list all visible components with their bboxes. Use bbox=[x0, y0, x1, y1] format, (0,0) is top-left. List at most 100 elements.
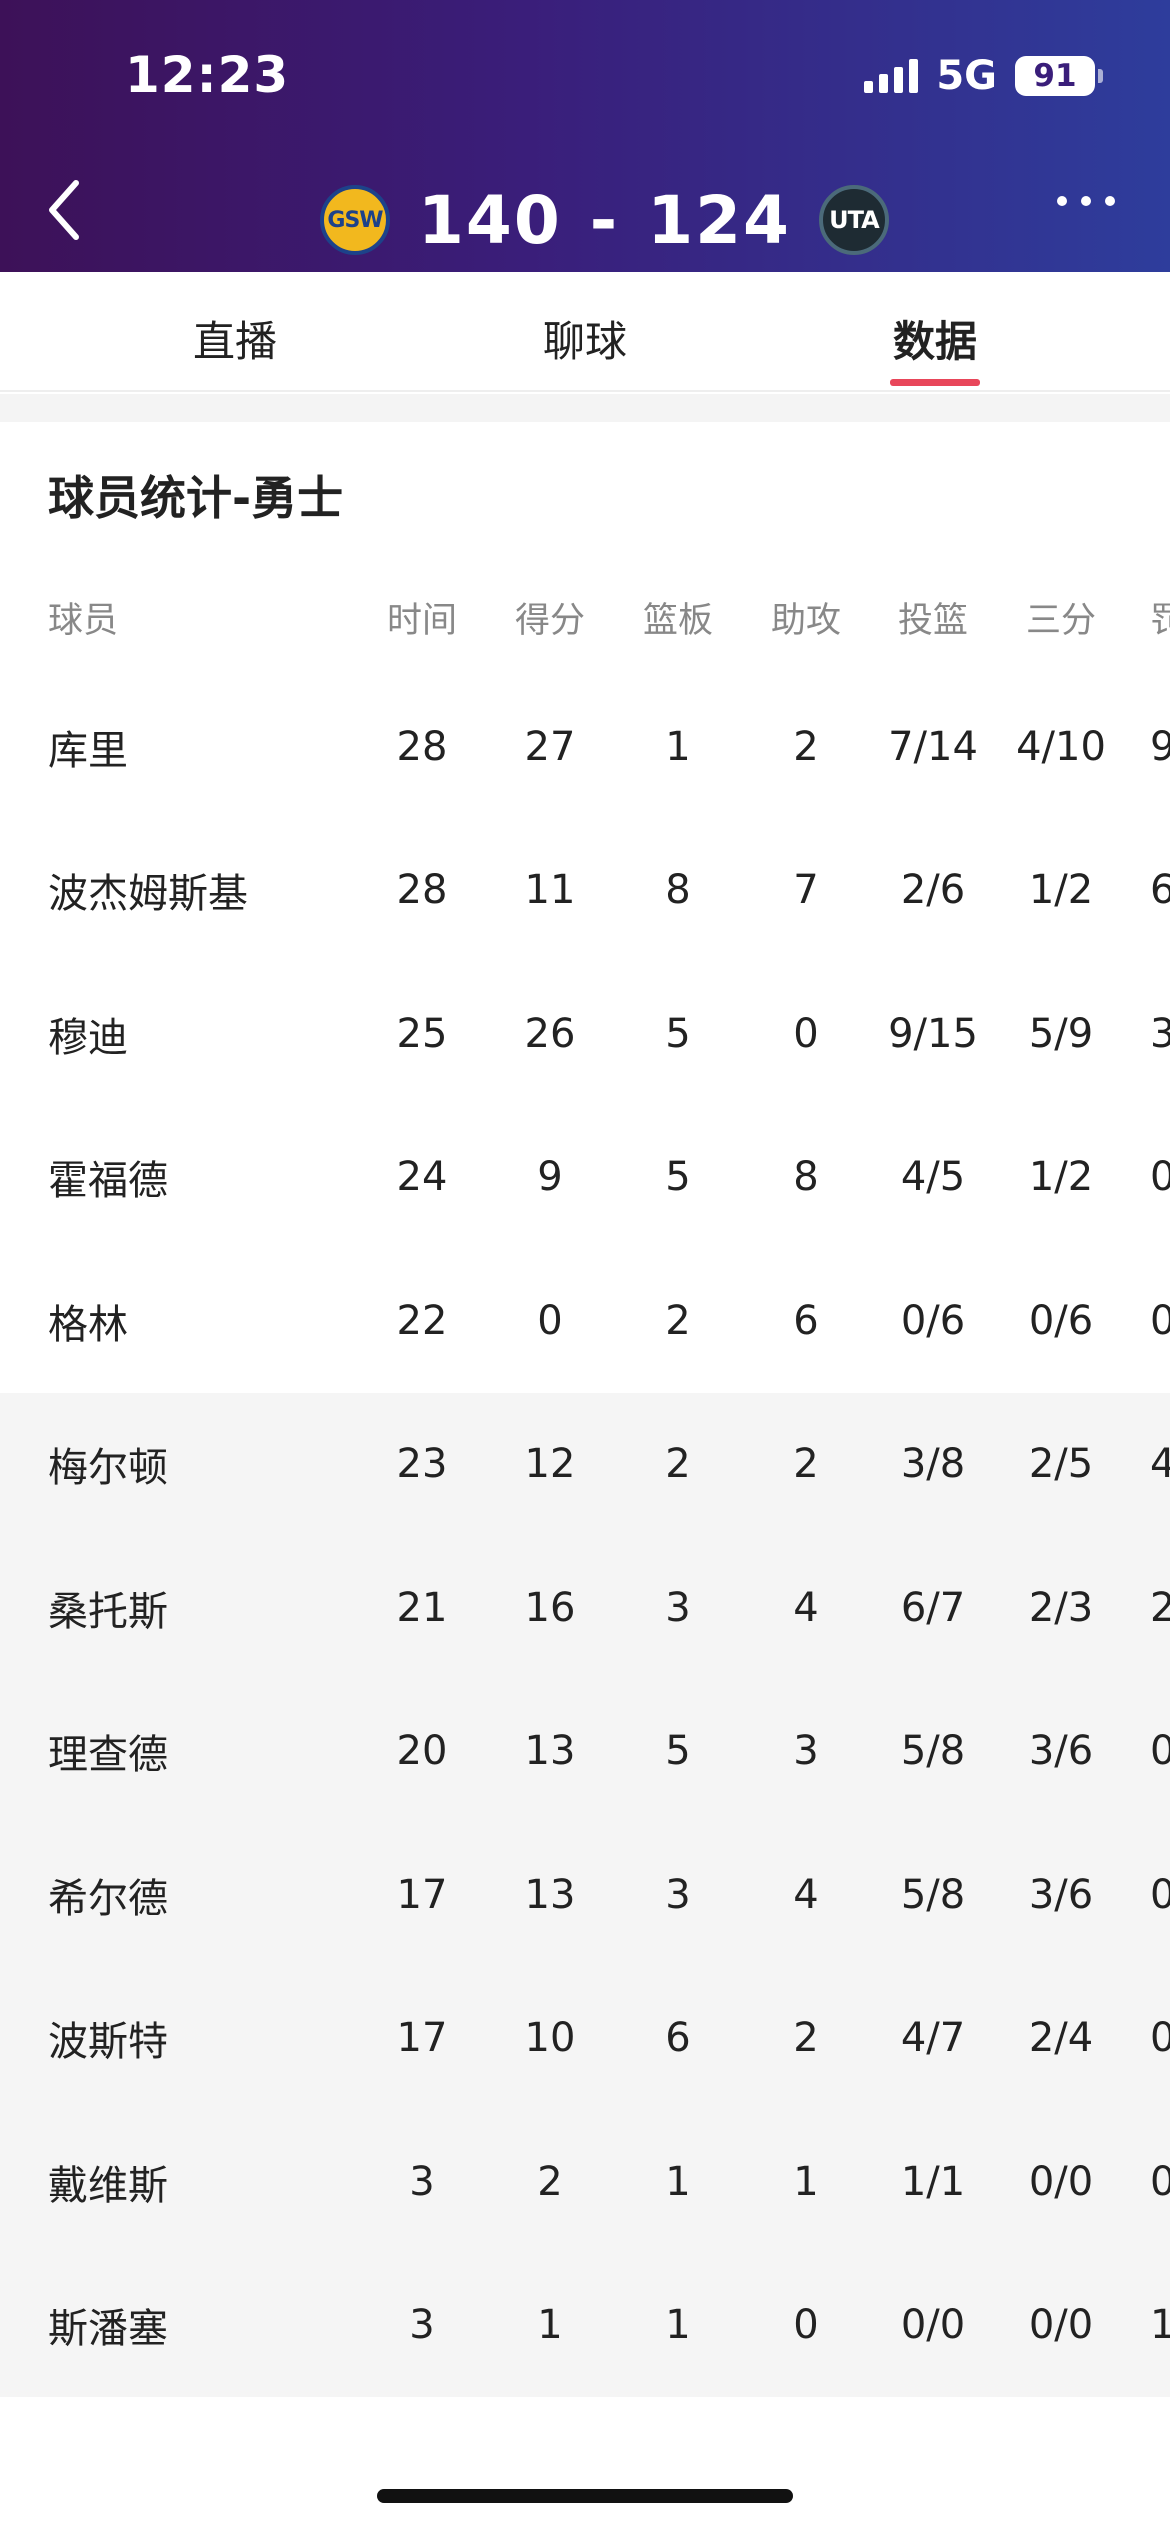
points-cell: 11 bbox=[524, 867, 576, 914]
player-name: 波杰姆斯基 bbox=[48, 871, 248, 918]
home-indicator[interactable] bbox=[377, 2489, 793, 2503]
table-row[interactable]: 霍福德 24 9 5 8 4/5 1/2 0 bbox=[0, 1106, 1170, 1250]
three-pointers-cell: 1/2 bbox=[1028, 1154, 1094, 1201]
points-cell: 10 bbox=[524, 2015, 576, 2062]
points-cell: 1 bbox=[537, 2302, 563, 2349]
three-pointers-cell: 0/0 bbox=[1028, 2302, 1094, 2349]
table-row[interactable]: 波斯特 17 10 6 2 4/7 2/4 0 bbox=[0, 1966, 1170, 2110]
player-name: 穆迪 bbox=[48, 1014, 128, 1061]
column-header: 球员 bbox=[48, 601, 119, 641]
assists-cell: 0 bbox=[793, 2302, 819, 2349]
chevron-left-icon bbox=[49, 180, 79, 240]
three-pointers-cell: 3/6 bbox=[1028, 1871, 1094, 1918]
rebounds-cell: 2 bbox=[665, 1297, 691, 1344]
field-goals-cell: 4/5 bbox=[900, 1154, 966, 1201]
player-name: 理查德 bbox=[48, 1732, 168, 1779]
rebounds-cell: 1 bbox=[665, 723, 691, 770]
free-throws-cell: 9 bbox=[1150, 723, 1170, 770]
points-cell: 13 bbox=[524, 1871, 576, 1918]
player-name: 库里 bbox=[48, 727, 128, 774]
minutes-cell: 3 bbox=[409, 2302, 435, 2349]
three-pointers-cell: 2/3 bbox=[1028, 1584, 1094, 1631]
column-header[interactable]: 助攻 bbox=[756, 560, 856, 675]
free-throws-cell: 2 bbox=[1150, 1584, 1170, 1631]
table-row[interactable]: 梅尔顿 23 12 2 2 3/8 2/5 4 bbox=[0, 1392, 1170, 1536]
player-name: 波斯特 bbox=[48, 2019, 168, 2066]
section-divider bbox=[0, 394, 1170, 422]
assists-cell: 4 bbox=[793, 1871, 819, 1918]
table-row[interactable]: 桑托斯 21 16 3 4 6/7 2/3 2 bbox=[0, 1536, 1170, 1680]
free-throws-cell: 6 bbox=[1150, 867, 1170, 914]
assists-cell: 2 bbox=[793, 723, 819, 770]
field-goals-cell: 6/7 bbox=[900, 1584, 966, 1631]
assists-cell: 2 bbox=[793, 2015, 819, 2062]
table-row[interactable]: 波杰姆斯基 28 11 8 7 2/6 1/2 6 bbox=[0, 819, 1170, 963]
rebounds-cell: 5 bbox=[665, 1154, 691, 1201]
game-header: 12:23 5G 91 GSW 140 - 124 UTA bbox=[0, 0, 1170, 272]
rebounds-cell: 5 bbox=[665, 1010, 691, 1057]
assists-cell: 3 bbox=[793, 1728, 819, 1775]
more-options-button[interactable] bbox=[1057, 196, 1115, 206]
field-goals-cell: 5/8 bbox=[900, 1728, 966, 1775]
field-goals-cell: 9/15 bbox=[888, 1010, 978, 1057]
field-goals-cell: 0/6 bbox=[900, 1297, 966, 1344]
minutes-cell: 20 bbox=[396, 1728, 448, 1775]
bottom-safe-area bbox=[0, 2428, 1170, 2532]
assists-cell: 2 bbox=[793, 1441, 819, 1488]
three-pointers-cell: 2/5 bbox=[1028, 1441, 1094, 1488]
table-row[interactable]: 格林 22 0 2 6 0/6 0/6 0 bbox=[0, 1249, 1170, 1393]
assists-cell: 8 bbox=[793, 1154, 819, 1201]
status-time: 12:23 bbox=[125, 46, 290, 104]
player-name: 梅尔顿 bbox=[48, 1445, 168, 1492]
tab-chat[interactable]: 聊球 bbox=[485, 308, 685, 369]
table-row[interactable]: 理查德 20 13 5 3 5/8 3/6 0 bbox=[0, 1679, 1170, 1823]
free-throws-cell: 0 bbox=[1150, 2015, 1170, 2062]
three-pointers-cell: 0/0 bbox=[1028, 2158, 1094, 2205]
rebounds-cell: 1 bbox=[665, 2158, 691, 2205]
score-separator: - bbox=[589, 181, 620, 259]
away-score: 124 bbox=[647, 181, 791, 259]
free-throws-cell: 0 bbox=[1150, 1728, 1170, 1775]
column-header[interactable]: 时间 bbox=[372, 560, 472, 675]
column-header[interactable]: 投篮 bbox=[868, 560, 998, 675]
field-goals-cell: 2/6 bbox=[900, 867, 966, 914]
three-pointers-cell: 2/4 bbox=[1028, 2015, 1094, 2062]
table-row[interactable]: 穆迪 25 26 5 0 9/15 5/9 3 bbox=[0, 962, 1170, 1106]
home-team-logo[interactable]: GSW bbox=[320, 185, 390, 255]
points-cell: 0 bbox=[537, 1297, 563, 1344]
points-cell: 9 bbox=[537, 1154, 563, 1201]
rebounds-cell: 2 bbox=[665, 1441, 691, 1488]
minutes-cell: 28 bbox=[396, 867, 448, 914]
minutes-cell: 24 bbox=[396, 1154, 448, 1201]
tab-stats[interactable]: 数据 bbox=[835, 308, 1035, 369]
table-row[interactable]: 斯潘塞 3 1 1 0 0/0 0/0 1 bbox=[0, 2253, 1170, 2397]
free-throws-cell: 0 bbox=[1150, 1154, 1170, 1201]
table-row[interactable]: 库里 28 27 1 2 7/14 4/10 9 bbox=[0, 675, 1170, 819]
field-goals-cell: 0/0 bbox=[900, 2302, 966, 2349]
column-header[interactable]: 篮板 bbox=[628, 560, 728, 675]
column-header[interactable]: 得分 bbox=[500, 560, 600, 675]
tab-bar: 直播 聊球 数据 bbox=[0, 272, 1170, 392]
free-throws-cell: 4 bbox=[1150, 1441, 1170, 1488]
tab-live[interactable]: 直播 bbox=[135, 308, 335, 369]
assists-cell: 0 bbox=[793, 1010, 819, 1057]
assists-cell: 6 bbox=[793, 1297, 819, 1344]
points-cell: 12 bbox=[524, 1441, 576, 1488]
rebounds-cell: 8 bbox=[665, 867, 691, 914]
minutes-cell: 28 bbox=[396, 723, 448, 770]
three-pointers-cell: 1/2 bbox=[1028, 867, 1094, 914]
away-team-logo[interactable]: UTA bbox=[818, 185, 889, 255]
back-button[interactable] bbox=[40, 175, 90, 245]
player-name: 希尔德 bbox=[48, 1875, 168, 1922]
table-header: 球员 时间 得分 篮板 助攻 投篮 三分 罚 bbox=[0, 560, 1170, 675]
table-row[interactable]: 戴维斯 3 2 1 1 1/1 0/0 0 bbox=[0, 2110, 1170, 2254]
free-throws-cell: 0 bbox=[1150, 1297, 1170, 1344]
column-header[interactable]: 罚 bbox=[1150, 560, 1170, 675]
column-header[interactable]: 三分 bbox=[996, 560, 1126, 675]
home-score: 140 bbox=[418, 181, 562, 259]
table-row[interactable]: 希尔德 17 13 3 4 5/8 3/6 0 bbox=[0, 1823, 1170, 1967]
field-goals-cell: 7/14 bbox=[888, 723, 978, 770]
field-goals-cell: 5/8 bbox=[900, 1871, 966, 1918]
three-pointers-cell: 5/9 bbox=[1028, 1010, 1094, 1057]
free-throws-cell: 0 bbox=[1150, 2158, 1170, 2205]
